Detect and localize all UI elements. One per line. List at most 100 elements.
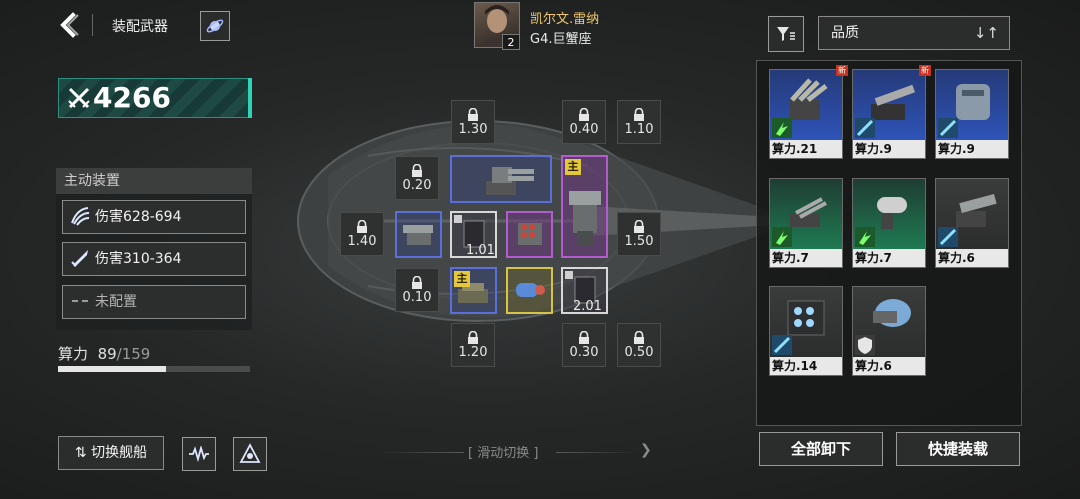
active-device-slot-1[interactable]: 伤害628-694 [62,200,246,234]
main-weapon-badge: 主 [454,271,470,287]
quick-equip-button[interactable]: 快捷装载 [896,432,1020,466]
combat-power-display: 4266 [58,78,252,118]
equipped-weapon-cannon[interactable]: 主 [561,155,608,258]
active-device-label: 未配置 [95,294,137,310]
energy-type-icon [855,227,875,247]
lock-icon [579,331,589,344]
filter-icon[interactable] [768,16,804,52]
lock-icon [412,276,422,289]
locked-slot[interactable]: 1.30 [451,100,495,144]
inventory-card[interactable]: 算力.7 [769,178,843,268]
commander-name: 凯尔文.雷纳 [530,12,600,27]
active-device-label: 伤害628-694 [95,209,182,225]
commander-level: 2 [502,34,520,50]
capacity-readout: 算力 89/159 [58,343,150,364]
lock-icon [412,164,422,177]
equipped-weapon-turret[interactable] [450,155,552,203]
locked-slot[interactable]: 0.20 [395,156,439,200]
energy-type-icon [772,227,792,247]
module-value: 2.01 [573,299,602,314]
switch-ship-label: 切换舰船 [91,445,148,461]
active-device-label: 伤害310-364 [95,251,182,267]
card-capacity: 算力.6 [853,357,925,375]
lock-icon [357,220,367,233]
inventory-card[interactable]: 主 算力.6 [852,286,926,376]
card-capacity: 算力.21 [770,140,842,158]
missile-icon [69,247,91,271]
active-device-slot-3[interactable]: 未配置 [62,285,246,319]
equipped-weapon-gun[interactable] [395,211,442,258]
locked-slot[interactable]: 1.40 [340,212,384,256]
triangle-mode-icon[interactable] [233,437,267,471]
card-capacity: 算力.9 [853,140,925,158]
module-value: 1.01 [466,243,495,258]
gun-icon [403,225,433,245]
equipped-weapon-launcher[interactable]: 主 [450,267,497,314]
unload-all-button[interactable]: 全部卸下 [759,432,883,466]
sort-order-icon: ↓↑ [973,24,999,42]
locked-slot[interactable]: 1.50 [617,212,661,256]
laser-icon [516,283,545,297]
combat-power-value: 4266 [93,81,171,114]
chevron-right-icon[interactable]: ❯ [640,442,652,458]
locked-slot[interactable]: 0.50 [617,323,661,367]
turret-icon [486,167,534,195]
capacity-bar-fill [58,366,166,372]
locked-slot[interactable]: 0.30 [562,323,606,367]
claw-icon [69,205,91,229]
active-device-slot-2[interactable]: 伤害310-364 [62,242,246,276]
locked-slot[interactable]: 0.10 [395,268,439,312]
swipe-hint: [ 滑动切换 ] [468,446,539,461]
lock-icon [468,331,478,344]
lock-icon [579,108,589,121]
equipped-module-dark[interactable]: 2.01 [561,267,608,314]
inventory-card[interactable]: 算力.9 [935,69,1009,159]
equipped-weapon-rocket-pod[interactable] [506,211,553,258]
swap-icon: ⇅ [74,445,87,461]
capacity-total: /159 [116,345,151,363]
card-capacity: 算力.9 [936,140,1008,158]
lock-icon [468,108,478,121]
lock-icon [634,331,644,344]
active-devices-heading: 主动装置 [56,168,252,194]
kinetic-type-icon [938,227,958,247]
equipped-module-dark[interactable]: 1.01 [450,211,497,258]
ship-name: G4.巨蟹座 [530,32,592,47]
card-capacity: 算力.6 [936,249,1008,267]
inventory-card[interactable]: 主 算力.14 [769,286,843,376]
lock-icon [634,220,644,233]
lock-icon [634,108,644,121]
dash-icon [69,290,91,314]
switch-ship-button[interactable]: ⇅ 切换舰船 [58,436,164,470]
capacity-label: 算力 [58,345,89,363]
new-badge: 新 [836,65,848,76]
inventory-card[interactable]: 新 算力.21 [769,65,848,159]
swipe-line-right [556,452,636,453]
equipped-weapon-laser[interactable] [506,267,553,314]
locked-slot[interactable]: 1.10 [617,100,661,144]
page-title: 装配武器 [112,19,168,35]
cannon-icon [569,191,601,245]
sort-label: 品质 [831,25,859,41]
planet-icon[interactable] [200,11,230,41]
inventory-card[interactable]: 新 算力.9 [852,65,931,159]
shield-type-icon [855,335,875,355]
card-capacity: 算力.14 [770,357,842,375]
crossed-swords-icon [67,87,91,115]
rocket-pod-icon [518,223,542,245]
back-arrow-icon[interactable] [58,12,84,40]
kinetic-type-icon [855,118,875,138]
sort-dropdown[interactable]: 品质 ↓↑ [818,16,1010,50]
new-badge: 新 [919,65,931,76]
locked-slot[interactable]: 1.20 [451,323,495,367]
kinetic-type-icon [772,335,792,355]
power-accent-bar [248,78,252,118]
header-divider [92,14,93,36]
inventory-card[interactable]: 主 算力.7 [852,178,926,268]
wave-mode-icon[interactable] [182,437,216,471]
swipe-line-left [380,452,464,453]
energy-type-icon [772,118,792,138]
locked-slot[interactable]: 0.40 [562,100,606,144]
card-capacity: 算力.7 [770,249,842,267]
inventory-card[interactable]: 算力.6 [935,178,1009,268]
